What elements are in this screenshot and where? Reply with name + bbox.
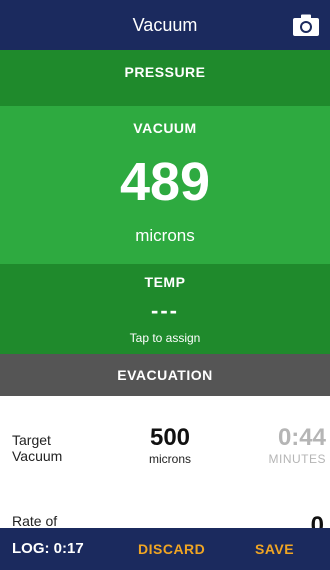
bottom-toolbar: LOG: 0:17 DISCARD SAVE [0, 528, 330, 570]
pressure-section[interactable]: PRESSURE [0, 50, 330, 106]
evacuation-timer-value: 0:44 [277, 424, 326, 451]
camera-icon[interactable] [292, 13, 320, 37]
target-vacuum-label: Target Vacuum [12, 432, 63, 464]
temp-assign-hint: Tap to assign [129, 331, 201, 345]
log-timer: LOG: 0:17 [12, 540, 84, 557]
top-nav-bar: Vacuum [0, 0, 330, 50]
page-title: Vacuum [132, 15, 198, 35]
save-button[interactable]: SAVE [255, 528, 294, 570]
vacuum-value: 489 [119, 152, 211, 212]
pressure-label: PRESSURE [124, 64, 206, 80]
temp-section[interactable]: TEMP --- Tap to assign [0, 264, 330, 354]
evacuation-label: EVACUATION [117, 367, 213, 383]
vacuum-label: VACUUM [133, 120, 197, 136]
temp-label: TEMP [144, 274, 186, 290]
vacuum-unit: microns [135, 226, 195, 245]
temp-value: --- [151, 298, 179, 323]
target-vacuum-value[interactable]: 500 [120, 424, 220, 452]
discard-button[interactable]: DISCARD [138, 528, 205, 570]
rate-of-rise-label: Rate of [12, 513, 58, 529]
evacuation-timer-unit: MINUTES [268, 452, 326, 466]
target-vacuum-unit: microns [148, 452, 191, 466]
evacuation-header: EVACUATION [0, 354, 330, 396]
vacuum-section[interactable]: VACUUM 489 microns [0, 106, 330, 264]
